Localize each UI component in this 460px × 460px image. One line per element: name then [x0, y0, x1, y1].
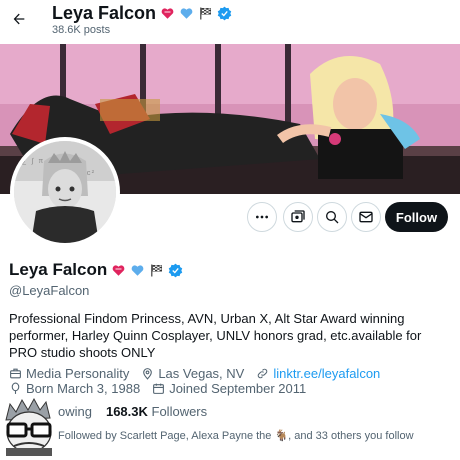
header-name-row: Leya Falcon — [52, 3, 232, 23]
followers-link[interactable]: 168.3K Followers — [106, 404, 207, 419]
back-button[interactable] — [6, 6, 32, 32]
following-label: owing — [58, 404, 92, 419]
birthday-label: Born March 3, 1988 — [26, 381, 141, 396]
profile-name-row: Leya Falcon — [9, 260, 183, 280]
joined-label: Joined September 2011 — [169, 381, 307, 396]
followers-count: 168.3K — [105, 404, 148, 419]
media-gallery-icon — [291, 210, 305, 223]
blue-heart-icon — [130, 263, 145, 278]
more-dots-icon — [256, 215, 268, 219]
website-item[interactable]: linktr.ee/leyafalcon — [256, 366, 380, 381]
category-label: Media Personality — [26, 366, 130, 381]
posts-count: 38.6K posts — [52, 24, 111, 36]
checkered-flag-icon — [149, 263, 164, 278]
location-item: Las Vegas, NV — [141, 366, 244, 381]
location-pin-icon — [143, 368, 153, 380]
profile-meta-row-1: Media Personality Las Vegas, NV linktr.e… — [9, 366, 392, 381]
search-icon — [326, 211, 339, 224]
subscriptions-button[interactable] — [283, 202, 313, 232]
verified-badge-icon — [217, 6, 232, 21]
profile-handle: @LeyaFalcon — [9, 283, 90, 298]
followers-label: Followers — [151, 404, 208, 419]
followed-by-text[interactable]: Followed by Scarlett Page, Alexa Payne t… — [58, 429, 414, 442]
birthday-item: Born March 3, 1988 — [9, 381, 140, 396]
location-label: Las Vegas, NV — [158, 366, 245, 381]
heart-with-ribbon-icon — [111, 263, 126, 278]
message-button[interactable] — [351, 202, 381, 232]
cartoon-avatar-overlay — [0, 396, 58, 456]
profile-avatar[interactable]: ∑ ∫ π √x E=mc² — [10, 137, 120, 247]
balloon-icon — [11, 382, 20, 394]
heart-with-ribbon-icon — [160, 6, 175, 21]
profile-bio: Professional Findom Princess, AVN, Urban… — [9, 311, 422, 360]
category-item: Media Personality — [9, 366, 129, 381]
blue-heart-icon — [179, 6, 194, 21]
following-link[interactable]: owing — [58, 404, 92, 419]
website-link[interactable]: linktr.ee/leyafalcon — [273, 366, 380, 381]
follow-stats: owing 168.3K Followers — [58, 404, 207, 419]
back-arrow-icon — [13, 13, 25, 25]
briefcase-icon — [10, 368, 21, 379]
header-name: Leya Falcon — [52, 3, 157, 23]
joined-item: Joined September 2011 — [152, 381, 306, 396]
follow-button[interactable]: Follow — [385, 202, 448, 232]
top-bar: Leya Falcon 38.6K posts — [0, 0, 460, 44]
verified-badge-icon[interactable] — [168, 263, 183, 278]
checkered-flag-icon — [198, 6, 213, 21]
profile-name: Leya Falcon — [9, 260, 108, 279]
search-profile-button[interactable] — [317, 202, 347, 232]
profile-meta-row-2: Born March 3, 1988 Joined September 2011 — [9, 381, 318, 396]
calendar-icon — [153, 383, 165, 394]
more-options-button[interactable] — [247, 202, 277, 232]
link-icon — [258, 368, 268, 379]
envelope-icon — [359, 211, 373, 223]
